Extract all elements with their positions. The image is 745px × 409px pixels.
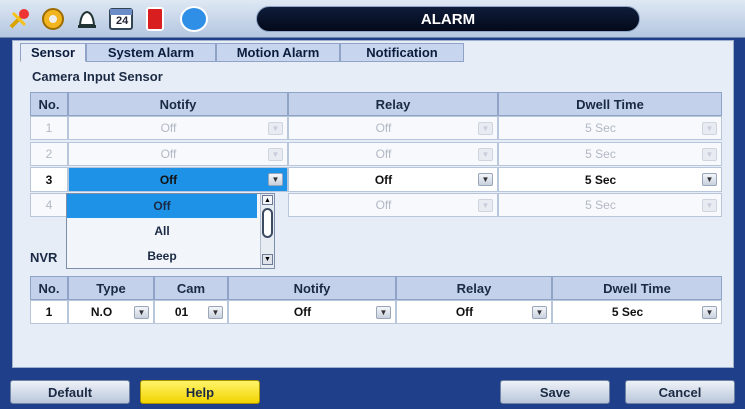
dropdown-option-beep[interactable]: Beep <box>67 244 257 268</box>
chevron-down-icon: ▼ <box>702 198 717 212</box>
chevron-down-icon: ▼ <box>702 147 717 161</box>
col-header-no: No. <box>30 92 68 116</box>
row-number: 4 <box>30 193 68 217</box>
relay-select: Off ▼ <box>288 142 498 166</box>
relay-select: Off ▼ <box>288 116 498 140</box>
dwell-time-value: 5 Sec <box>585 147 616 161</box>
tools-icon[interactable] <box>4 4 34 34</box>
scroll-down-icon[interactable]: ▼ <box>262 254 273 265</box>
scroll-up-icon[interactable]: ▲ <box>262 195 273 205</box>
scroll-thumb[interactable] <box>262 208 273 238</box>
dropdown-scrollbar[interactable]: ▲ ▼ <box>260 194 274 268</box>
nvr-type-select[interactable]: N.O ▼ <box>68 300 154 324</box>
row-number: 2 <box>30 142 68 166</box>
default-button[interactable]: Default <box>10 380 130 404</box>
dwell-time-value: 5 Sec <box>585 198 616 212</box>
chevron-down-icon: ▼ <box>268 121 283 135</box>
nvr-col-header-type: Type <box>68 276 154 300</box>
chevron-down-icon[interactable]: ▼ <box>376 305 391 319</box>
nvr-type-value: N.O <box>90 305 113 319</box>
nvr-col-header-notify: Notify <box>228 276 396 300</box>
relay-select: Off ▼ <box>288 193 498 217</box>
nvr-col-header-no: No. <box>30 276 68 300</box>
help-button[interactable]: Help <box>140 380 260 404</box>
dwell-time-value: 5 Sec <box>584 172 617 187</box>
chevron-down-icon: ▼ <box>268 147 283 161</box>
nvr-col-header-relay: Relay <box>396 276 552 300</box>
camera-input-sensor-title: Camera Input Sensor <box>32 69 163 84</box>
window-title: ALARM <box>256 6 640 32</box>
nvr-relay-select[interactable]: Off ▼ <box>396 300 552 324</box>
notify-value: Off <box>160 121 177 135</box>
dropdown-option-all[interactable]: All <box>67 219 257 243</box>
dwell-time-select: 5 Sec ▼ <box>498 116 722 140</box>
nvr-cam-select[interactable]: 01 ▼ <box>154 300 228 324</box>
notify-value: Off <box>159 172 178 187</box>
tab-system-alarm[interactable]: System Alarm <box>86 43 216 62</box>
chevron-down-icon[interactable]: ▼ <box>702 173 717 186</box>
record-icon[interactable] <box>140 4 170 34</box>
notify-select: Off ▼ <box>68 116 288 140</box>
nvr-dwell-time-value: 5 Sec <box>611 305 644 319</box>
relay-value: Off <box>374 172 393 187</box>
col-header-dwell-time: Dwell Time <box>498 92 722 116</box>
cancel-button[interactable]: Cancel <box>625 380 735 404</box>
dwell-time-select: 5 Sec ▼ <box>498 142 722 166</box>
chevron-down-icon[interactable]: ▼ <box>478 173 493 186</box>
row-number: 1 <box>30 116 68 140</box>
relay-value: Off <box>375 147 392 161</box>
notify-select[interactable]: Off ▼ <box>68 167 288 192</box>
save-button[interactable]: Save <box>500 380 610 404</box>
alarm-bell-icon[interactable] <box>72 4 102 34</box>
network-globe-icon[interactable] <box>174 4 226 34</box>
tab-notification[interactable]: Notification <box>340 43 464 62</box>
chevron-down-icon: ▼ <box>478 198 493 212</box>
nvr-dwell-time-select[interactable]: 5 Sec ▼ <box>552 300 722 324</box>
relay-value: Off <box>375 198 392 212</box>
relay-select[interactable]: Off ▼ <box>288 167 498 192</box>
dwell-time-value: 5 Sec <box>585 121 616 135</box>
dwell-time-select: 5 Sec ▼ <box>498 193 722 217</box>
row-number: 3 <box>30 167 68 192</box>
chevron-down-icon[interactable]: ▼ <box>702 305 717 319</box>
settings-gear-icon[interactable] <box>38 4 68 34</box>
calendar-day-label: 24 <box>116 15 129 27</box>
notify-dropdown-list: Off All Beep ▲ ▼ <box>66 193 275 269</box>
chevron-down-icon[interactable]: ▼ <box>134 305 149 319</box>
notify-value: Off <box>160 147 177 161</box>
chevron-down-icon[interactable]: ▼ <box>532 305 547 319</box>
nvr-sensor-title: NVR <box>30 250 58 265</box>
chevron-down-icon[interactable]: ▼ <box>208 305 223 319</box>
nvr-cam-value: 01 <box>174 305 189 319</box>
chevron-down-icon: ▼ <box>478 121 493 135</box>
relay-value: Off <box>375 121 392 135</box>
chevron-down-icon: ▼ <box>702 121 717 135</box>
chevron-down-icon: ▼ <box>478 147 493 161</box>
nvr-notify-value: Off <box>293 305 312 319</box>
nvr-col-header-dwell-time: Dwell Time <box>552 276 722 300</box>
nvr-relay-value: Off <box>455 305 474 319</box>
col-header-notify: Notify <box>68 92 288 116</box>
col-header-relay: Relay <box>288 92 498 116</box>
nvr-row-number: 1 <box>30 300 68 324</box>
nvr-notify-select[interactable]: Off ▼ <box>228 300 396 324</box>
dropdown-option-off[interactable]: Off <box>67 194 257 218</box>
nvr-col-header-cam: Cam <box>154 276 228 300</box>
notify-select: Off ▼ <box>68 142 288 166</box>
dwell-time-select[interactable]: 5 Sec ▼ <box>498 167 722 192</box>
tab-motion-alarm[interactable]: Motion Alarm <box>216 43 340 62</box>
chevron-down-icon[interactable]: ▼ <box>268 173 283 186</box>
tab-sensor[interactable]: Sensor <box>20 43 86 62</box>
